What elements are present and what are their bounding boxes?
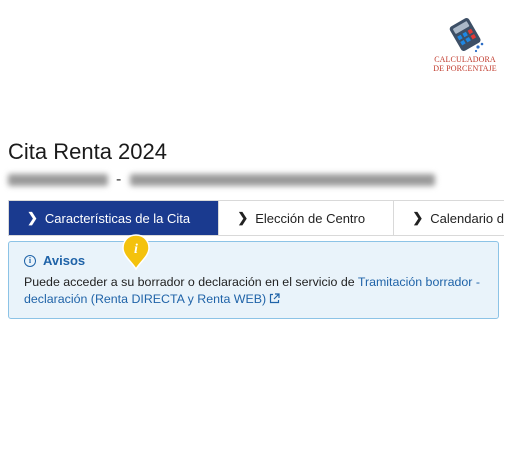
external-link-icon	[269, 292, 280, 309]
logo-line-2: DE PORCENTAJE	[433, 64, 497, 73]
info-circle-icon: i	[24, 254, 36, 267]
redacted-text-block	[130, 174, 435, 186]
chevron-right-icon: ❯	[412, 210, 424, 225]
info-pin-icon: i	[120, 233, 152, 273]
calculator-logo-icon	[449, 17, 484, 53]
tab-caracteristicas[interactable]: ❯ Características de la Cita	[9, 201, 220, 235]
chevron-right-icon: ❯	[237, 210, 249, 225]
tab-label: Características de la Cita	[44, 210, 191, 226]
notice-title: Avisos	[43, 253, 86, 268]
logo-line-1: CALCULADORA	[434, 55, 496, 64]
notice-body: Puede acceder a su borrador o declaració…	[24, 274, 494, 309]
step-tabs: ❯ Características de la Cita ❯ Elección …	[8, 200, 504, 236]
tab-eleccion-centro[interactable]: ❯ Elección de Centro	[219, 201, 395, 235]
svg-text:i: i	[134, 242, 138, 257]
redacted-text-block	[8, 174, 108, 186]
tab-label: Calendario d	[430, 210, 504, 226]
page-title: Cita Renta 2024	[8, 139, 167, 164]
avisos-notice: i Avisos Puede acceder a su borrador o d…	[8, 241, 499, 319]
notice-text: Puede acceder a su borrador o declaració…	[24, 275, 358, 289]
tab-label: Elección de Centro	[255, 210, 366, 226]
tab-calendario[interactable]: ❯ Calendario d	[394, 201, 504, 235]
calculadora-logo: CALCULADORA DE PORCENTAJE	[424, 14, 506, 76]
subtitle-separator: -	[116, 171, 122, 188]
redacted-subtitle: -	[8, 171, 438, 189]
chevron-right-icon: ❯	[27, 210, 38, 225]
notice-header: i Avisos	[24, 253, 85, 268]
